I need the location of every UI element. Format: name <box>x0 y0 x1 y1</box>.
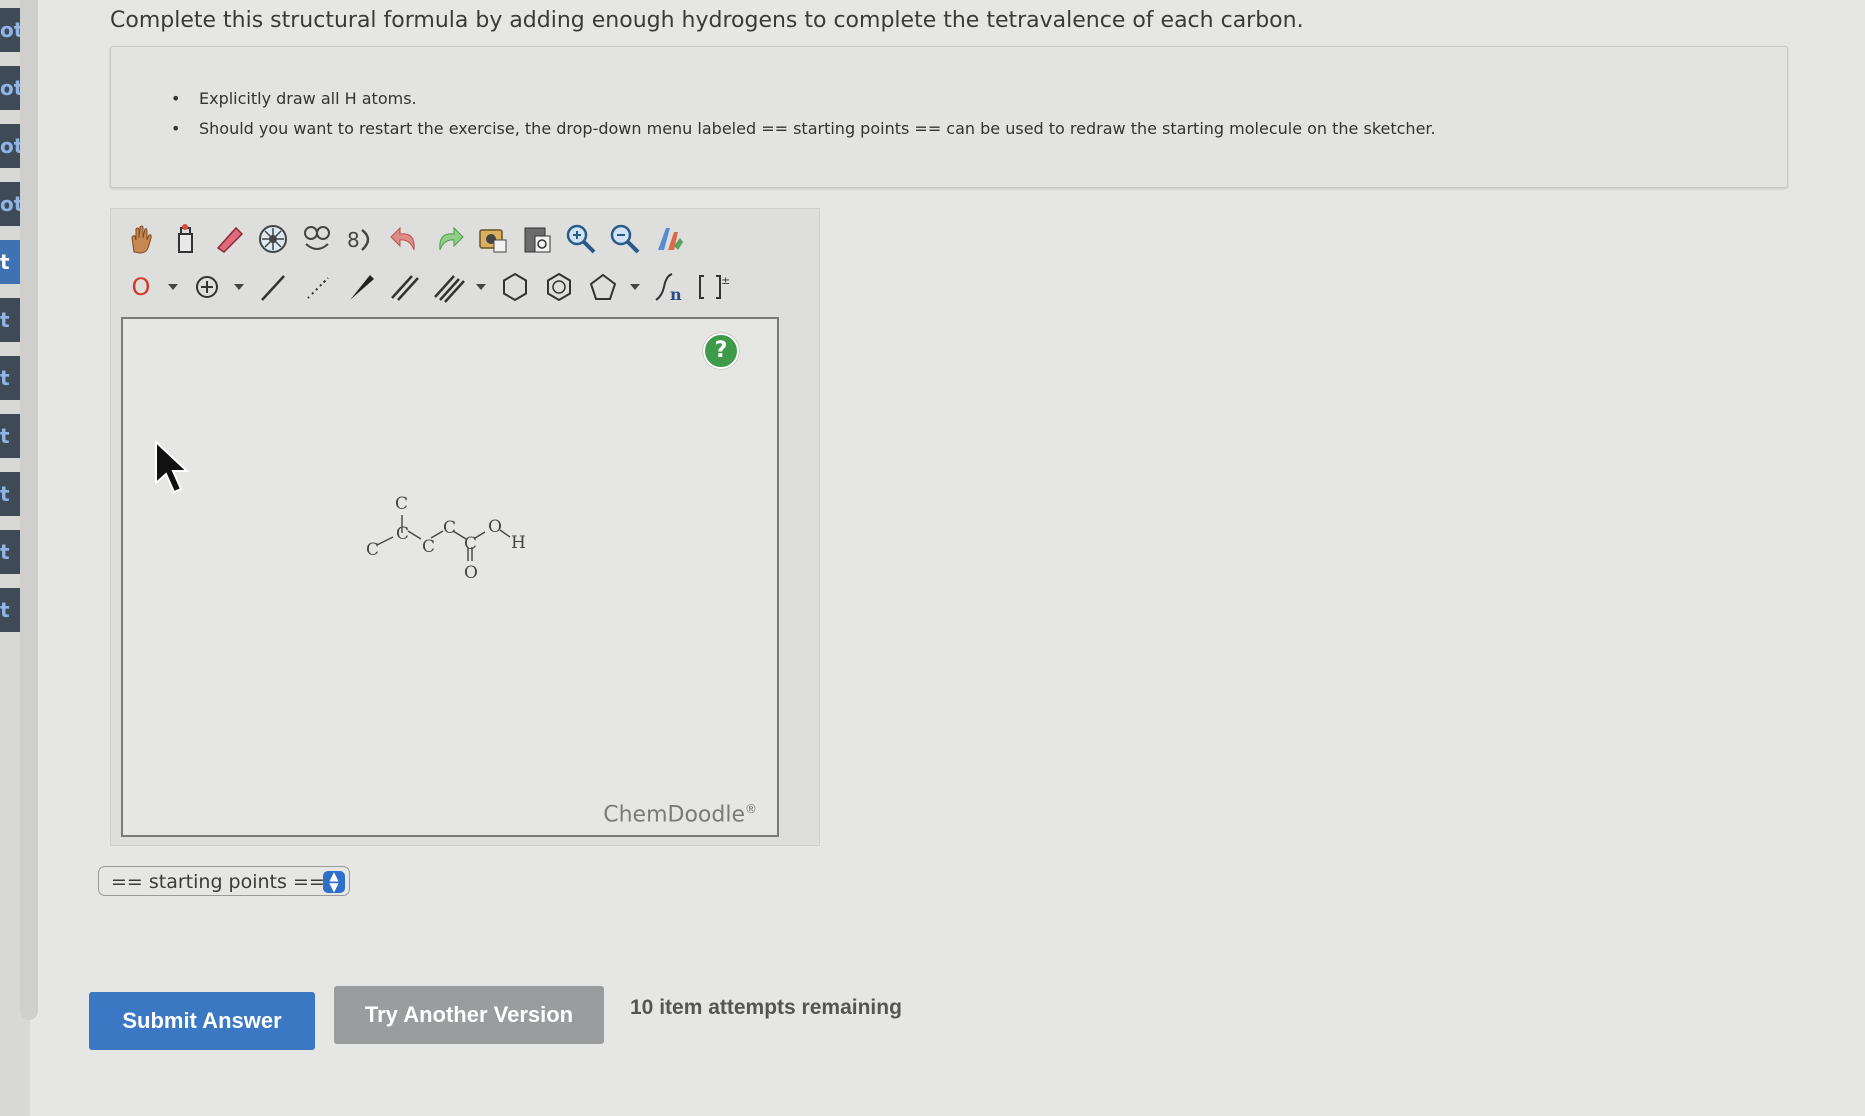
instruction-text: Explicitly draw all H atoms. <box>199 89 417 108</box>
instruction-item: • Should you want to restart the exercise… <box>171 119 1436 138</box>
instruction-item: • Explicitly draw all H atoms. <box>171 89 417 108</box>
try-another-version-button[interactable]: Try Another Version <box>334 986 604 1044</box>
ring-dropdown-icon[interactable] <box>627 267 643 307</box>
bullet: • <box>171 89 181 108</box>
sketcher-toolbar-bottom: O n ± <box>121 265 737 309</box>
flip-icon[interactable]: 8 <box>341 219 381 259</box>
atom-dropdown-icon[interactable] <box>165 267 181 307</box>
atom-label-tool[interactable]: O <box>121 267 161 307</box>
bond-dropdown-icon[interactable] <box>473 267 489 307</box>
bullet: • <box>171 119 181 138</box>
atom-o[interactable]: O <box>464 563 478 583</box>
benzene-ring-tool[interactable] <box>539 267 579 307</box>
bracket-tool[interactable]: ± <box>693 267 733 307</box>
single-bond-tool[interactable] <box>253 267 293 307</box>
select-arrows-icon[interactable]: ▲ ▼ <box>323 870 345 893</box>
charge-tool[interactable] <box>187 267 227 307</box>
chem-sketcher: 8 O n ± ? C C C C C C O O H ChemDoodle® <box>110 208 820 846</box>
question-text: Complete this structural formula by addi… <box>110 8 1304 33</box>
instruction-text: Should you want to restart the exercise,… <box>199 119 1436 138</box>
svg-text:8: 8 <box>347 228 360 252</box>
triple-bond-tool[interactable] <box>429 267 469 307</box>
atom-c[interactable]: C <box>443 518 456 538</box>
atom-c[interactable]: C <box>395 494 408 514</box>
hexagon-ring-tool[interactable] <box>495 267 535 307</box>
registered-mark: ® <box>745 801 757 816</box>
double-bond-tool[interactable] <box>385 267 425 307</box>
atom-c[interactable]: C <box>396 524 409 544</box>
atom-o[interactable]: O <box>488 517 502 537</box>
lasso-icon[interactable] <box>165 219 205 259</box>
pentagon-ring-tool[interactable] <box>583 267 623 307</box>
copy-icon[interactable] <box>473 219 513 259</box>
sketcher-canvas[interactable]: ? C C C C C C O O H ChemDoodle® <box>121 317 779 837</box>
center-icon[interactable] <box>253 219 293 259</box>
atom-c[interactable]: C <box>422 537 435 557</box>
sketcher-toolbar-top: 8 <box>121 217 693 261</box>
svg-text:±: ± <box>721 274 730 287</box>
molecule-structure[interactable]: C C C C C C O O H <box>123 319 777 835</box>
chemdoodle-brand: ChemDoodle® <box>603 802 757 827</box>
hand-icon[interactable] <box>121 219 161 259</box>
zoom-in-icon[interactable] <box>561 219 601 259</box>
hashed-bond-tool[interactable] <box>297 267 337 307</box>
charge-dropdown-icon[interactable] <box>231 267 247 307</box>
zoom-out-icon[interactable] <box>605 219 645 259</box>
atom-h[interactable]: H <box>511 533 526 553</box>
clean-icon[interactable] <box>649 219 689 259</box>
submit-answer-button[interactable]: Submit Answer <box>89 992 315 1050</box>
atom-label: O <box>131 273 151 301</box>
repeat-unit-tool[interactable]: n <box>649 267 689 307</box>
redo-icon[interactable] <box>429 219 469 259</box>
starting-points-label: == starting points == <box>111 871 325 893</box>
scrollbar[interactable] <box>20 0 38 1020</box>
atom-c[interactable]: C <box>464 534 477 554</box>
wedge-bond-tool[interactable] <box>341 267 381 307</box>
atom-c[interactable]: C <box>366 540 379 560</box>
paste-icon[interactable] <box>517 219 557 259</box>
instructions-box: • Explicitly draw all H atoms. • Should yo… <box>110 46 1788 188</box>
eraser-icon[interactable] <box>209 219 249 259</box>
starting-points-select[interactable]: == starting points == ▲ ▼ <box>98 866 350 896</box>
clear-icon[interactable] <box>297 219 337 259</box>
brand-text: ChemDoodle <box>603 802 745 827</box>
svg-text:n: n <box>670 285 682 304</box>
attempts-remaining: 10 item attempts remaining <box>630 996 902 1019</box>
undo-icon[interactable] <box>385 219 425 259</box>
